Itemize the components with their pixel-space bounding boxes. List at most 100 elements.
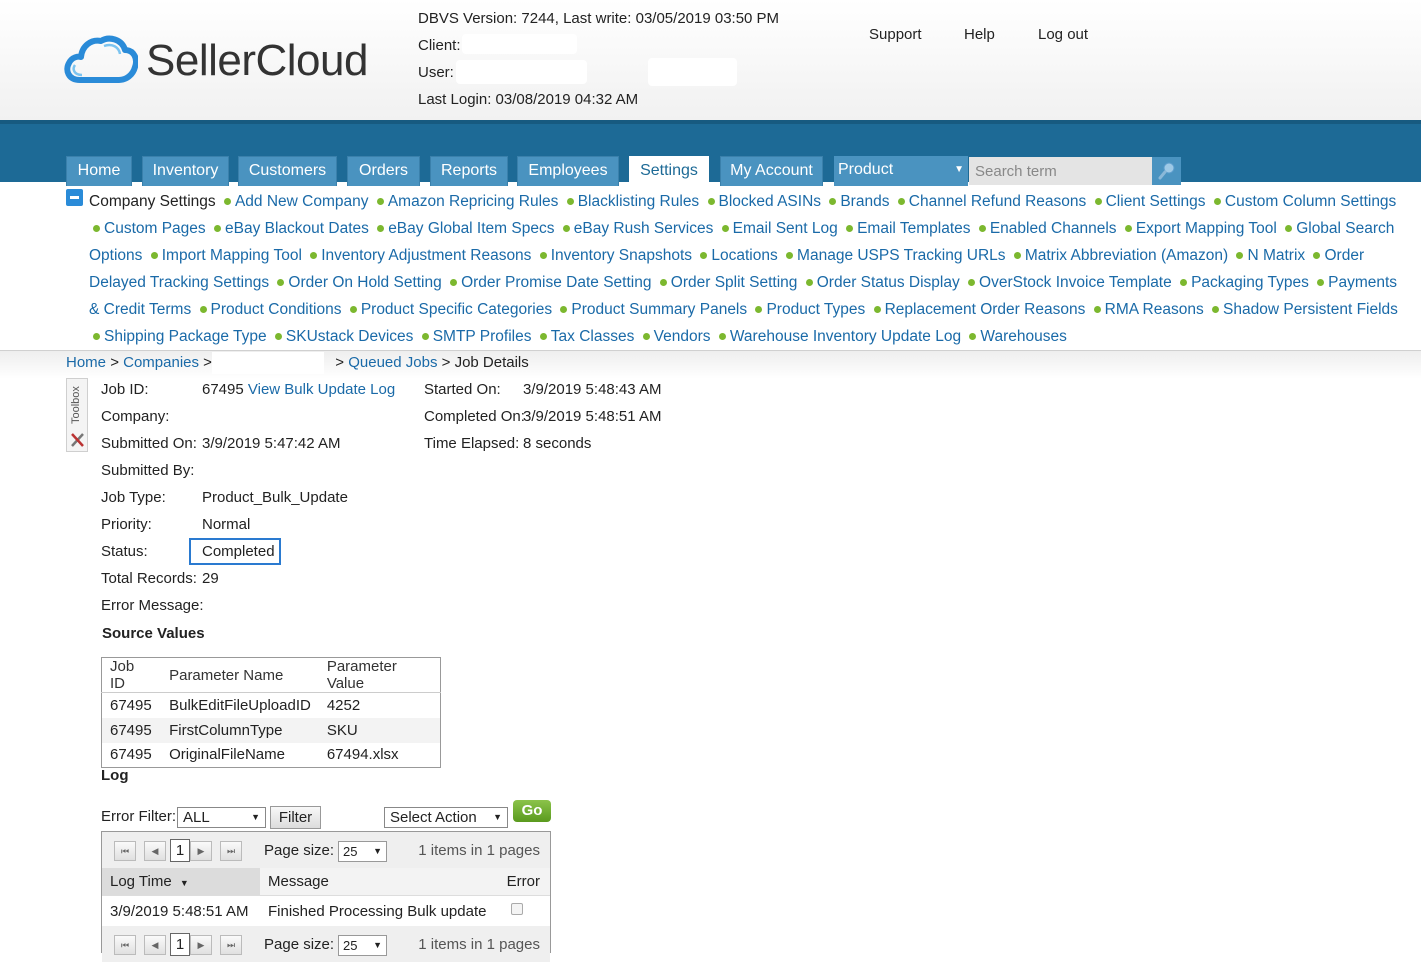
tab-home[interactable]: Home	[66, 156, 132, 186]
next-page-icon[interactable]: ▶	[190, 935, 212, 955]
search-button[interactable]	[1152, 157, 1181, 185]
breadcrumb-queued-jobs[interactable]: Queued Jobs	[348, 354, 437, 371]
settings-link[interactable]: Matrix Abbreviation (Amazon)	[1025, 247, 1228, 264]
breadcrumb-companies[interactable]: Companies	[123, 354, 199, 371]
tools-icon	[71, 433, 84, 447]
view-bulk-update-log-link[interactable]: View Bulk Update Log	[248, 381, 395, 398]
error-filter-select[interactable]: ALL ▼	[177, 807, 266, 828]
error-checkbox[interactable]	[511, 903, 523, 915]
prev-page-icon[interactable]: ◀	[144, 841, 166, 861]
tab-customers[interactable]: Customers	[238, 156, 337, 186]
time-elapsed-label: Time Elapsed:	[424, 435, 520, 452]
settings-link[interactable]: Blocked ASINs	[719, 193, 822, 210]
error-message-label: Error Message:	[101, 597, 204, 614]
column-header-message[interactable]: Message	[260, 868, 485, 895]
settings-link[interactable]: Shipping Package Type	[104, 328, 267, 345]
client-label: Client:	[418, 37, 461, 54]
tab-inventory[interactable]: Inventory	[142, 156, 229, 186]
job-id-value: 67495	[202, 381, 244, 398]
settings-link[interactable]: Order Promise Date Setting	[461, 274, 651, 291]
filter-button[interactable]: Filter	[270, 806, 321, 829]
settings-link[interactable]: Custom Pages	[104, 220, 206, 237]
settings-link[interactable]: Inventory Adjustment Reasons	[321, 247, 531, 264]
tab-employees[interactable]: Employees	[517, 156, 619, 186]
collapse-icon[interactable]	[66, 189, 83, 206]
sellercloud-logo[interactable]: SellerCloud	[64, 30, 394, 94]
settings-link[interactable]: Manage USPS Tracking URLs	[797, 247, 1005, 264]
redacted-user-extra	[648, 58, 737, 86]
pager-top: ⏮ ◀ 1 ▶ ⏭ Page size: 25 ▼ 1 items in 1 p…	[102, 832, 550, 868]
settings-link[interactable]: Packaging Types	[1191, 274, 1309, 291]
settings-link[interactable]: Order Status Display	[817, 274, 960, 291]
tab-settings[interactable]: Settings	[629, 156, 709, 186]
settings-link[interactable]: Brands	[840, 193, 889, 210]
page-number[interactable]: 1	[170, 839, 190, 862]
settings-link[interactable]: SMTP Profiles	[433, 328, 532, 345]
prev-page-icon[interactable]: ◀	[144, 935, 166, 955]
log-time-cell: 3/9/2019 5:48:51 AM	[110, 903, 249, 920]
settings-link[interactable]: Tax Classes	[551, 328, 635, 345]
tab-my-account[interactable]: My Account	[720, 156, 823, 186]
first-page-icon[interactable]: ⏮	[114, 841, 136, 861]
settings-link[interactable]: Enabled Channels	[990, 220, 1117, 237]
settings-link[interactable]: Email Templates	[857, 220, 970, 237]
settings-link[interactable]: Locations	[711, 247, 777, 264]
settings-link[interactable]: Product Summary Panels	[571, 301, 747, 318]
logout-link[interactable]: Log out	[1038, 26, 1088, 43]
tab-reports[interactable]: Reports	[430, 156, 508, 186]
breadcrumb-home[interactable]: Home	[66, 354, 106, 371]
settings-link[interactable]: Order Split Setting	[671, 274, 798, 291]
settings-link[interactable]: Warehouse Inventory Update Log	[730, 328, 961, 345]
settings-link[interactable]: Order On Hold Setting	[288, 274, 441, 291]
settings-link[interactable]: Email Sent Log	[733, 220, 838, 237]
settings-link[interactable]: Custom Column Settings	[1225, 193, 1396, 210]
settings-link[interactable]: Client Settings	[1106, 193, 1206, 210]
settings-link[interactable]: Inventory Snapshots	[551, 247, 692, 264]
settings-link[interactable]: Shadow Persistent Fields	[1223, 301, 1398, 318]
search-type-select[interactable]: Product ▼	[834, 156, 968, 186]
settings-link[interactable]: Channel Refund Reasons	[909, 193, 1087, 210]
bullet-icon	[1313, 251, 1321, 259]
search-input[interactable]	[969, 157, 1152, 185]
settings-link[interactable]: RMA Reasons	[1105, 301, 1204, 318]
go-button[interactable]: Go	[513, 800, 551, 822]
tab-orders[interactable]: Orders	[347, 156, 420, 186]
next-page-icon[interactable]: ▶	[190, 841, 212, 861]
page-size-value: 25	[343, 844, 358, 859]
settings-link[interactable]: Product Types	[766, 301, 865, 318]
settings-link[interactable]: eBay Blackout Dates	[225, 220, 369, 237]
settings-link[interactable]: Warehouses	[980, 328, 1066, 345]
bullet-icon	[277, 278, 285, 286]
settings-link[interactable]: Product Specific Categories	[361, 301, 552, 318]
column-header-log-time[interactable]: Log Time ▼	[102, 868, 260, 895]
started-on-value: 3/9/2019 5:48:43 AM	[523, 381, 662, 398]
toolbox-toggle[interactable]: Toolbox	[66, 378, 88, 452]
settings-link[interactable]: Import Mapping Tool	[162, 247, 302, 264]
bullet-icon	[450, 278, 458, 286]
settings-link[interactable]: eBay Global Item Specs	[388, 220, 554, 237]
settings-link[interactable]: Product Conditions	[211, 301, 342, 318]
support-link[interactable]: Support	[869, 26, 922, 43]
bullet-icon	[349, 305, 357, 313]
settings-link[interactable]: Vendors	[654, 328, 711, 345]
last-page-icon[interactable]: ⏭	[220, 935, 242, 955]
settings-link[interactable]: SKUstack Devices	[286, 328, 413, 345]
settings-link[interactable]: eBay Rush Services	[574, 220, 714, 237]
action-select[interactable]: Select Action ▼	[384, 807, 508, 828]
first-page-icon[interactable]: ⏮	[114, 935, 136, 955]
settings-link[interactable]: Amazon Repricing Rules	[388, 193, 559, 210]
help-link[interactable]: Help	[964, 26, 995, 43]
breadcrumb-separator: >	[335, 354, 349, 371]
page-size-label: Page size:	[264, 936, 335, 953]
settings-link[interactable]: Export Mapping Tool	[1136, 220, 1277, 237]
table-cell: SKU	[318, 717, 441, 743]
settings-link[interactable]: N Matrix	[1247, 247, 1305, 264]
settings-link[interactable]: Add New Company	[235, 193, 369, 210]
last-page-icon[interactable]: ⏭	[220, 841, 242, 861]
settings-link[interactable]: Replacement Order Reasons	[885, 301, 1086, 318]
column-header-error[interactable]: Error	[485, 868, 550, 895]
settings-link[interactable]: OverStock Invoice Template	[979, 274, 1172, 291]
settings-link[interactable]: Blacklisting Rules	[578, 193, 699, 210]
source-values-table: Job ID Parameter Name Parameter Value 67…	[101, 657, 441, 768]
page-size-select[interactable]: 25 ▼	[338, 841, 387, 862]
